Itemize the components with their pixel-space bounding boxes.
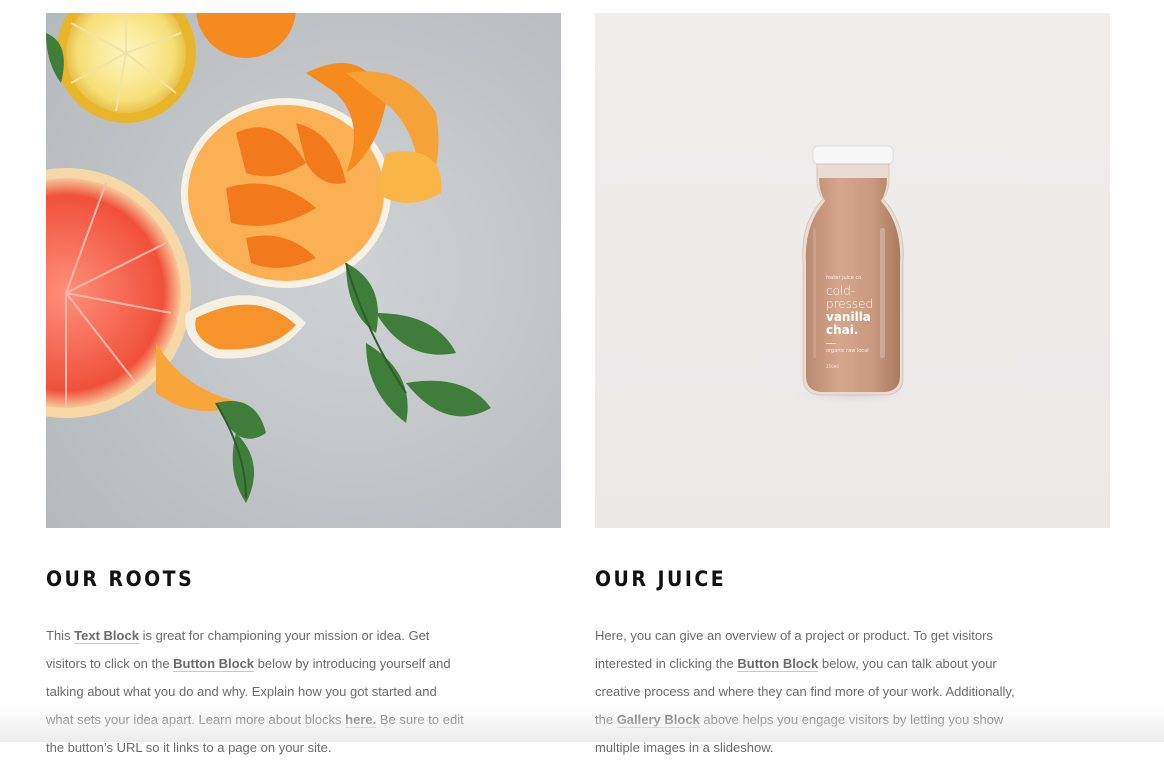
here-link[interactable]: here.: [345, 712, 377, 728]
button-block-link[interactable]: Button Block: [737, 656, 819, 672]
roots-heading: OUR ROOTS: [46, 567, 195, 591]
citrus-photo: [46, 13, 561, 528]
juice-column: foster juice co. cold- pressed vanilla c…: [595, 13, 1110, 762]
bottle-tagline: organic raw local: [826, 348, 869, 354]
bottle-volume: 250ml: [826, 364, 839, 369]
button-block-link[interactable]: Button Block: [173, 656, 255, 672]
gallery-block-link[interactable]: Gallery Block: [616, 712, 700, 728]
juice-bottle-photo: foster juice co. cold- pressed vanilla c…: [595, 13, 1110, 528]
roots-column: OUR ROOTS This Text Block is great for c…: [46, 13, 561, 762]
roots-paragraph: This Text Block is great for championing…: [46, 622, 466, 762]
bottle-brand: foster juice co.: [826, 275, 863, 281]
text-segment: This: [46, 628, 75, 643]
text-block-link[interactable]: Text Block: [74, 628, 139, 644]
juice-heading: OUR JUICE: [595, 567, 727, 591]
label-divider: [826, 343, 836, 344]
bottle-line-2: pressed: [826, 297, 874, 311]
bottle-label: foster juice co. cold- pressed vanilla c…: [826, 275, 896, 369]
juice-paragraph: Here, you can give an overview of a proj…: [595, 622, 1015, 762]
bottle-line-4: chai.: [826, 323, 859, 337]
